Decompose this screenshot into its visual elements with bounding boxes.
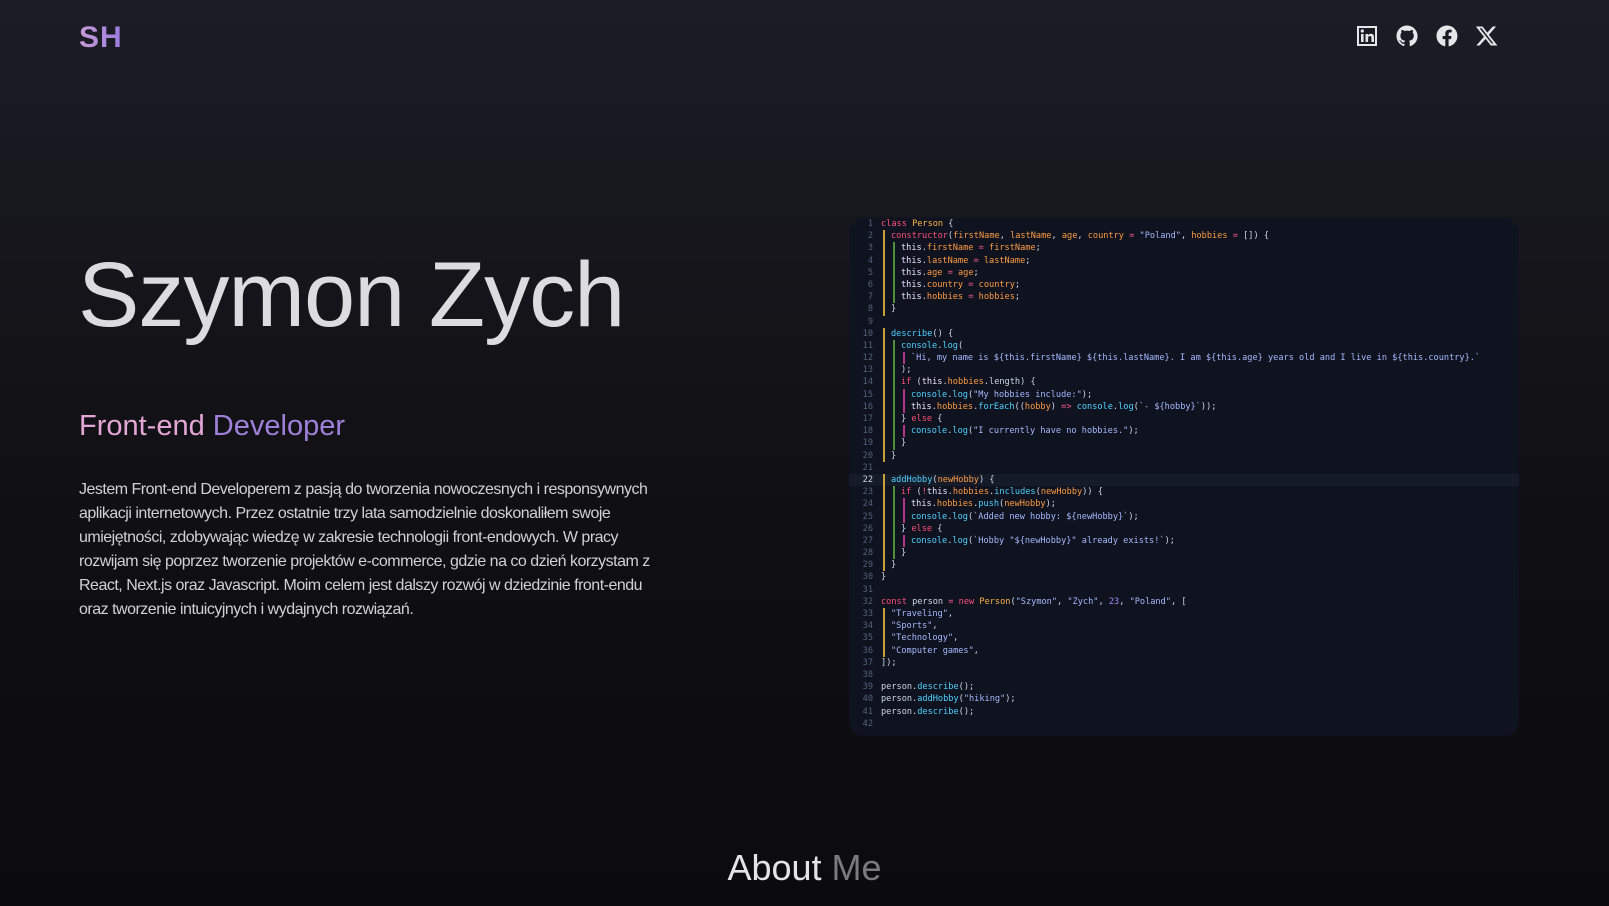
code-line: 3 this.firstName = firstName; bbox=[867, 242, 1041, 255]
code-line: 5 this.age = age; bbox=[867, 266, 979, 280]
code-line: 38 bbox=[862, 669, 873, 680]
code-line: 39 person.describe(); bbox=[862, 682, 975, 693]
code-line: 7 this.hobbies = hobbies; bbox=[867, 291, 1021, 304]
about-heading-part2: Me bbox=[831, 847, 882, 888]
code-line: 18 console.log("I currently have no hobbi… bbox=[862, 425, 1139, 438]
code-line: 17} else { bbox=[862, 413, 943, 426]
github-link[interactable] bbox=[1395, 24, 1419, 48]
code-line: 21 bbox=[862, 462, 873, 473]
code-line: 16 this.hobbies.forEach((hobby) => consol… bbox=[862, 400, 1217, 414]
code-line: 30} bbox=[862, 572, 887, 583]
code-line: 31 bbox=[862, 584, 873, 595]
code-editor: 1 class Person {2 constructor(firstName, l… bbox=[849, 218, 1519, 736]
code-line: 6 this.country = country; bbox=[867, 278, 1021, 292]
linkedin-link[interactable] bbox=[1355, 24, 1379, 48]
code-line: 4 this.lastName = lastName; bbox=[867, 254, 1031, 267]
code-line: 25 console.log(`Added new hobby: ${newHob… bbox=[862, 510, 1139, 523]
facebook-icon bbox=[1436, 25, 1458, 47]
hero-role-part2: Developer bbox=[212, 410, 345, 442]
hero-name: Szymon Zych bbox=[78, 244, 625, 346]
code-line: 42 bbox=[862, 718, 873, 729]
about-heading: About Me bbox=[0, 846, 1609, 890]
hero-role: Front-end Developer bbox=[79, 408, 345, 444]
code-line: 13); bbox=[862, 364, 912, 377]
github-icon bbox=[1396, 25, 1418, 47]
code-line: 40 person.addHobby("hiking"); bbox=[862, 694, 1016, 705]
x-link[interactable] bbox=[1475, 24, 1499, 48]
social-links bbox=[1355, 24, 1499, 48]
code-line: 11 console.log( bbox=[862, 339, 964, 353]
hero-role-part1: Front-end bbox=[79, 410, 205, 442]
hero-description: Jestem Front-end Developerem z pasją do … bbox=[79, 481, 650, 618]
code-line: 23 if (!this.hobbies.includes(newHobby)) … bbox=[862, 486, 1103, 499]
linkedin-icon bbox=[1357, 26, 1377, 46]
code-line: 29} bbox=[862, 559, 897, 572]
code-line: 2 constructor(firstName, lastName, age, c… bbox=[867, 230, 1270, 243]
code-line: 8} bbox=[867, 303, 897, 316]
code-line: 14 if (this.hobbies.length) { bbox=[862, 376, 1036, 389]
code-line: 37]); bbox=[862, 657, 897, 668]
code-line: 26} else { bbox=[862, 522, 943, 536]
code-line: 19} bbox=[862, 437, 907, 450]
code-line: 22 addHobby(newHobby) { bbox=[849, 473, 1519, 487]
code-line: 34 "Sports", bbox=[862, 620, 938, 633]
code-line: 1 class Person { bbox=[867, 219, 954, 229]
code-line: 27 console.log(`Hobby "${newHobby}" alrea… bbox=[862, 534, 1175, 548]
code-line: 20} bbox=[862, 449, 897, 462]
code-line: 10 describe() { bbox=[862, 327, 954, 341]
code-line: 15 console.log("My hobbies include:"); bbox=[862, 388, 1093, 402]
code-line: 32 const person = new Person("Szymon", "Z… bbox=[862, 596, 1187, 607]
code-line: 12 `Hi, my name is ${this.firstName} ${th… bbox=[862, 352, 1481, 365]
code-line: 9 bbox=[867, 316, 873, 327]
about-heading-part1: About bbox=[727, 847, 822, 888]
code-line: 36 "Computer games", bbox=[862, 644, 979, 657]
code-line: 33 "Traveling", bbox=[862, 608, 954, 621]
x-icon bbox=[1475, 26, 1498, 46]
code-line: 35 "Technology", bbox=[862, 632, 959, 645]
code-line: 24 this.hobbies.push(newHobby); bbox=[862, 498, 1056, 511]
facebook-link[interactable] bbox=[1435, 24, 1459, 48]
site-logo[interactable]: SH bbox=[79, 20, 123, 56]
code-line: 41 person.describe(); bbox=[862, 706, 975, 717]
code-line: 28} bbox=[862, 547, 907, 560]
